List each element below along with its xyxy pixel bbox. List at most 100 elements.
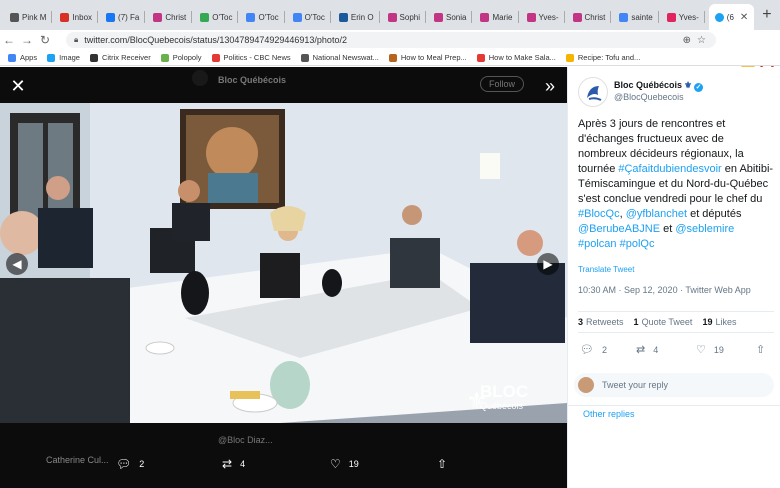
browser-tab[interactable]: Inbox [56,4,102,30]
verified-icon: ✓ [694,83,704,92]
browser-tab[interactable]: Erin O [335,4,384,30]
forward-icon[interactable]: → [18,33,36,47]
new-tab-icon[interactable]: + [762,6,771,24]
other-replies-link[interactable]: Other replies [583,409,635,419]
facebook-icon [106,12,116,22]
tab-separator [51,11,53,23]
bookmark-item[interactable]: Politics - CBC News [211,53,291,62]
tweet-photo[interactable]: BLOC Québécois ⚜ [0,103,567,423]
next-photo-icon[interactable]: ▶ [537,253,559,275]
browser-tab[interactable]: O'Toc [289,4,335,30]
bookmark-label: How to Meal Prep... [400,53,467,62]
bookmark-label: How to Make Sala... [488,53,556,62]
browser-tab[interactable]: Pink M [6,4,56,30]
hashtag-link[interactable]: #polcan [578,238,617,250]
mention-link[interactable]: @seblemire [675,223,734,235]
retweets-stat[interactable]: 3 Retweets [578,317,624,327]
tab-label: Christ [584,12,606,22]
viewer-share-button[interactable]: ⇧ [437,457,447,471]
author-handle[interactable]: @BlocQuebecois [614,92,684,102]
add-icon[interactable]: ⊕ [683,35,691,46]
tab-label: (6 [726,12,734,22]
viewer-reply-count: 2 [139,459,145,469]
browser-tab[interactable]: O'Toc [196,4,242,30]
instagram-icon [387,12,397,22]
browser-tab[interactable]: (7) Fa [102,4,149,30]
bookmark-icon [565,53,574,62]
browser-tab-active[interactable]: (6 ✕ [708,4,755,30]
fleur-de-lis-icon: ⚜ [684,80,693,90]
tab-separator [237,11,239,23]
reply-input[interactable]: Tweet your reply [574,373,774,397]
browser-tab[interactable]: Yves- [663,4,709,30]
tab-separator [378,11,380,23]
chevron-icon [338,12,348,22]
close-tab-icon[interactable]: ✕ [740,12,748,23]
like-button[interactable]: ♡ 19 [696,343,724,356]
hashtag-link[interactable]: #BlocQc [578,208,620,220]
reply-count: 2 [601,344,607,355]
bookmark-item[interactable]: Polopoly [160,53,202,62]
likes-label: Likes [715,317,737,327]
author-name[interactable]: Bloc Québécois ⚜ ✓ [614,80,704,92]
viewer-retweet-button[interactable]: ⇄ 4 [222,457,245,471]
browser-tab[interactable]: sainte [615,4,662,30]
back-icon[interactable]: ← [0,33,18,47]
tab-label: O'Toc [304,12,325,22]
bookmark-item[interactable]: Citrix Receiver [89,53,151,62]
bookmark-item[interactable]: Recipe: Tofu and... [565,53,640,62]
tab-separator [425,11,427,23]
browser-tab[interactable]: Sonia [430,4,476,30]
ghost-reply-handle: @Bloc Diaz... [218,435,273,445]
instagram-icon [434,12,444,22]
tab-separator [610,11,612,23]
quotes-stat[interactable]: 1 Quote Tweet [634,317,693,327]
hashtag-link[interactable]: #polQc [620,238,655,250]
browser-tab[interactable]: Christ [569,4,616,30]
browser-tab[interactable]: Yves- [523,4,569,30]
user-avatar [578,377,594,393]
star-icon[interactable]: ☆ [697,35,706,46]
bookmark-item[interactable]: Apps [8,53,37,62]
bookmark-item[interactable]: How to Make Sala... [476,53,556,62]
ghost-header-name: Bloc Québécois [218,75,287,85]
expand-icon[interactable]: » [539,75,561,97]
tab-separator [563,11,565,23]
translate-tweet-link[interactable]: Translate Tweet [578,265,634,274]
tweet-timestamp[interactable]: 10:30 AM · Sep 12, 2020 · Twitter Web Ap… [578,285,751,295]
previous-photo-icon[interactable]: ◀ [6,253,28,275]
author-name-text: Bloc Québécois [614,80,683,90]
likes-stat[interactable]: 19 Likes [702,317,736,327]
bookmark-label: Citrix Receiver [101,53,151,62]
browser-tab[interactable]: Marie [476,4,522,30]
bookmark-item[interactable]: How to Meal Prep... [388,53,467,62]
reload-icon[interactable]: ↻ [36,33,54,47]
heart-icon: ♡ [696,344,706,356]
viewer-like-button[interactable]: ♡ 19 [330,457,359,471]
browser-tab[interactable]: Christ [149,4,196,30]
mention-link[interactable]: @BerubeABJNE [578,223,660,235]
tab-label: sainte [631,12,653,22]
reply-button[interactable]: 💬︎ 2 [580,343,607,356]
meeting-photo: BLOC Québécois ⚜ [0,103,567,423]
browser-tab[interactable]: Sophi [384,4,430,30]
viewer-actions: 💬︎ 2 ⇄ 4 ♡ 19 ⇧ [0,457,567,481]
bookmark-icon [211,53,220,62]
bookmarks-bar: Apps Image Citrix Receiver Polopoly Politics… [0,50,780,66]
avatar[interactable] [578,77,608,107]
url-field[interactable]: 🔒︎ twitter.com/BlocQuebecois/status/1304… [66,32,716,48]
retweet-button[interactable]: ⇄ 4 [636,343,658,356]
viewer-reply-button[interactable]: 💬︎ 2 [116,457,144,471]
bookmark-item[interactable]: National Newswat... [300,53,379,62]
tweet-header: Bloc Québécois ⚜ ✓ @BlocQuebecois [578,77,771,109]
bookmark-item[interactable]: Image [47,53,80,62]
heart-icon: ♡ [330,457,341,471]
tab-label: Sophi [399,12,421,22]
hashtag-link[interactable]: #Çafaitdubiendesvoir [618,163,721,175]
browser-tab[interactable]: O'Toc [242,4,288,30]
close-icon[interactable]: ✕ [7,75,29,97]
lock-icon[interactable]: 🔒︎ [74,35,78,45]
share-button[interactable]: ⇧ [756,343,765,356]
tab-label: Sonia [446,12,467,22]
mention-link[interactable]: @yfblanchet [626,208,687,220]
